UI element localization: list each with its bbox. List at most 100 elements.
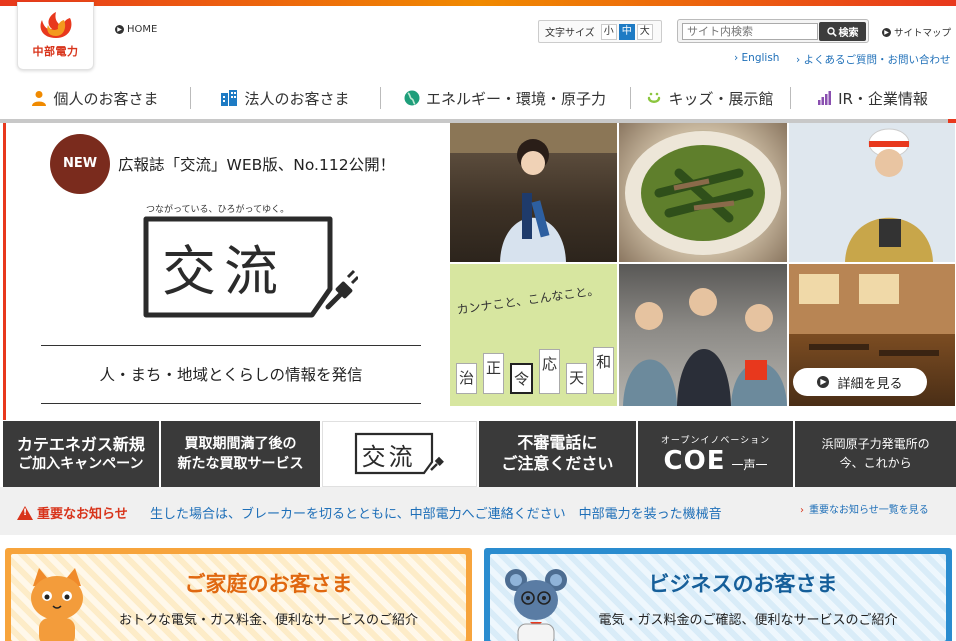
banner-text: 一声一 (731, 457, 768, 472)
hero-headline: 広報誌「交流」WEB版、No.112公開！ (118, 156, 396, 174)
banner-text: 今、これから (839, 456, 912, 470)
sitemap-label: サイトマップ (894, 28, 952, 39)
nav-item-label: 法人のお客さま (244, 89, 350, 108)
font-size-small-button[interactable]: 小 (600, 23, 617, 40)
english-link[interactable]: › English (734, 52, 779, 64)
koryu-tagline: つながっている、ひろがってゆく。 (146, 205, 290, 215)
font-size-medium-button[interactable]: 中 (618, 23, 635, 40)
hero-section: NEW 広報誌「交流」WEB版、No.112公開！ つながっている、ひろがってゆ… (0, 123, 956, 420)
banner-coe[interactable]: オープンイノベーション COE 一声一 (637, 421, 794, 487)
home-link-label: HOME (127, 24, 158, 35)
nav-item-label: キッズ・展示館 (668, 89, 774, 108)
hero-divider-bottom (41, 403, 421, 404)
banner-coe-text: COE (663, 445, 726, 476)
search-input[interactable] (682, 23, 818, 40)
faq-label: よくあるご質問・お問い合わせ (803, 54, 951, 66)
english-label: English (741, 52, 780, 64)
notice-label-text: 重要なお知らせ (37, 507, 128, 522)
banner-text: オープンイノベーション (660, 435, 771, 446)
banner-text: 不審電話に (517, 433, 598, 453)
banner-buyback-service[interactable]: 買取期間満了後の 新たな買取サービス (160, 421, 321, 487)
card-business-customers[interactable]: ビジネスのお客さま 電気・ガス料金のご確認、便利なサービスのご紹介 (484, 548, 952, 641)
banner-text: カテエネガス新規 (16, 434, 145, 454)
banner-row: カテエネガス新規 ご加入キャンペーン 買取期間満了後の 新たな買取サービス 交流… (3, 421, 956, 487)
arrow-right-icon: ▶ (817, 376, 830, 388)
photo-woman-with-sake (450, 123, 617, 262)
nav-item-label: エネルギー・環境・原子力 (425, 89, 606, 108)
nav-item-label: 個人のお客さま (53, 89, 159, 108)
card-biz-title: ビジネスのお客さま (648, 572, 838, 596)
notice-list-label: 重要なお知らせ一覧を見る (809, 505, 929, 516)
arrow-right-icon: ▶ (882, 27, 891, 37)
notice-list-link[interactable]: 重要なお知らせ一覧を見る (800, 501, 929, 516)
home-link[interactable]: ▶ HOME (115, 24, 157, 35)
globe-icon (404, 90, 420, 106)
banner-text: ご注意ください (501, 454, 614, 473)
card-home-desc: おトクな電気・ガス料金、便利なサービスのご紹介 (118, 613, 418, 628)
arrow-right-icon: ▶ (115, 25, 124, 34)
photo-kannako-calligraphy: カンナこと、こんなこと。 治 正 令 応 天 和 (450, 264, 617, 406)
photo-three-men (619, 264, 787, 406)
notice-ticker[interactable]: 生した場合は、ブレーカーを切るとともに、中部電力へご連絡ください 中部電力を装っ… (150, 503, 773, 522)
banner-hamaoka[interactable]: 浜岡原子力発電所の 今、これから (795, 421, 956, 487)
kanji-card: 治 (456, 363, 478, 394)
search-button-label: 検索 (838, 28, 859, 39)
detail-button[interactable]: ▶ 詳細を見る (793, 368, 927, 396)
card-inner: ビジネスのお客さま 電気・ガス料金のご確認、便利なサービスのご紹介 (490, 554, 946, 641)
new-badge: NEW (50, 134, 110, 194)
photo-cafe-interior: ▶ 詳細を見る (789, 264, 955, 406)
chubu-electric-logo[interactable]: 中部電力 (17, 2, 94, 70)
nav-item-kids[interactable]: キッズ・展示館 (630, 80, 790, 116)
detail-button-label: 詳細を見る (837, 376, 903, 392)
koryu-logo: 交流 (142, 215, 360, 325)
kanji-card: 天 (566, 363, 588, 394)
important-notice-bar: 重要なお知らせ 生した場合は、ブレーカーを切るとともに、中部電力へご連絡ください… (0, 487, 956, 535)
hero-photo-grid: カンナこと、こんなこと。 治 正 令 応 天 和 ▶ 詳細を見る (450, 123, 956, 420)
card-home-title: ご家庭のお客さま (184, 572, 353, 596)
font-size-large-button[interactable]: 大 (636, 23, 653, 40)
banner-text: 買取期間満了後の (184, 435, 297, 452)
kannako-caption: カンナこと、こんなこと。 (455, 283, 600, 318)
top-color-stripe (0, 0, 956, 6)
font-size-label: 文字サイズ (545, 28, 595, 39)
flame-logo-icon (40, 12, 71, 38)
kanji-card: 正 (483, 353, 505, 394)
hero-subtitle: 人・まち・地域とくらしの情報を発信 (99, 366, 363, 384)
global-nav: 個人のお客さま 法人のお客さま エネルギー・環境・原子力 キッズ・展示館 IR・… (0, 80, 956, 120)
sitemap-link[interactable]: ▶ サイトマップ (882, 25, 951, 39)
smile-icon (648, 92, 661, 103)
faq-link[interactable]: › よくあるご質問・お問い合わせ (796, 52, 951, 67)
kanji-card: 令 (510, 363, 534, 394)
font-size-switcher: 文字サイズ 小 中 大 (538, 20, 662, 43)
notice-label: 重要なお知らせ (17, 503, 128, 522)
search-icon (826, 26, 837, 37)
hero-koryu-banner[interactable]: NEW 広報誌「交流」WEB版、No.112公開！ つながっている、ひろがってゆ… (3, 123, 449, 420)
kanji-card: 応 (539, 349, 561, 394)
card-inner: ご家庭のお客さま おトクな電気・ガス料金、便利なサービスのご紹介 (11, 554, 466, 641)
nav-item-corporate[interactable]: 法人のお客さま (190, 80, 380, 116)
banner-koryu-text: 交流 (361, 443, 416, 471)
banner-gas-campaign[interactable]: カテエネガス新規 ご加入キャンペーン (3, 421, 159, 487)
photo-worker-helmet (789, 123, 955, 262)
banner-text: 新たな買取サービス (177, 456, 304, 472)
koryu-logo-text: 交流 (162, 240, 286, 303)
photo-cucumber-dish (619, 123, 787, 262)
card-biz-desc: 電気・ガス料金のご確認、便利なサービスのご紹介 (598, 613, 898, 628)
nav-item-label: IR・企業情報 (838, 89, 928, 108)
nav-item-ir[interactable]: IR・企業情報 (790, 80, 956, 116)
person-icon (32, 91, 47, 106)
bar-chart-icon (818, 91, 832, 105)
nav-item-energy[interactable]: エネルギー・環境・原子力 (380, 80, 630, 116)
warning-icon (17, 505, 33, 520)
banner-suspicious-call[interactable]: 不審電話に ご注意ください (479, 421, 636, 487)
site-search: 検索 (677, 19, 869, 43)
building-icon (221, 90, 238, 106)
hero-divider-top (41, 345, 421, 346)
nav-item-personal[interactable]: 個人のお客さま (0, 80, 190, 116)
banner-text: ご加入キャンペーン (18, 456, 144, 473)
banner-text: 浜岡原子力発電所の (821, 436, 930, 451)
banner-koryu[interactable]: 交流 (322, 421, 477, 487)
search-button[interactable]: 検索 (819, 22, 866, 41)
card-home-customers[interactable]: ご家庭のお客さま おトクな電気・ガス料金、便利なサービスのご紹介 (5, 548, 472, 641)
logo-text: 中部電力 (32, 45, 79, 58)
